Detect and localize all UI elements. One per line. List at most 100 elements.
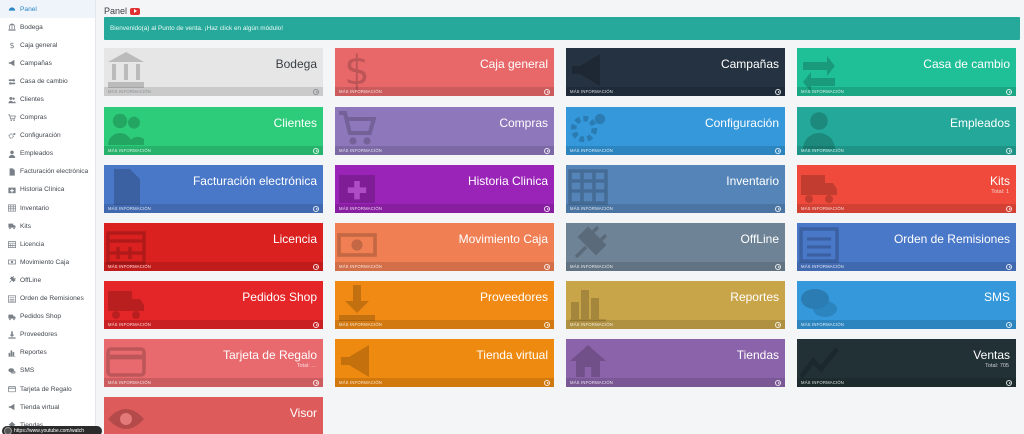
arrow-circle-right-icon [1006, 263, 1012, 270]
gears-icon [568, 109, 608, 149]
sidebar-item-caja-general[interactable]: $ Caja general [0, 36, 95, 54]
page-title: Panel [104, 6, 128, 16]
tile-movimiento-caja[interactable]: Movimiento Caja MÁS INFORMACIÓN [335, 223, 554, 271]
more-info-link[interactable]: MÁS INFORMACIÓN [335, 378, 554, 387]
sidebar-item-kits[interactable]: Kits [0, 217, 95, 235]
more-info-label: MÁS INFORMACIÓN [108, 89, 152, 94]
more-info-link[interactable]: MÁS INFORMACIÓN [335, 204, 554, 213]
tile-orden-de-remisiones[interactable]: Orden de Remisiones MÁS INFORMACIÓN [797, 223, 1016, 271]
tile-title: Facturación electrónica [192, 174, 317, 188]
sidebar-item-tarjeta-de-regalo[interactable]: Tarjeta de Regalo [0, 380, 95, 398]
tile-title: Casa de cambio [923, 57, 1010, 71]
more-info-link[interactable]: MÁS INFORMACIÓN [104, 87, 323, 96]
more-info-label: MÁS INFORMACIÓN [570, 89, 614, 94]
more-info-link[interactable]: MÁS INFORMACIÓN [104, 204, 323, 213]
tile-proveedores[interactable]: Proveedores MÁS INFORMACIÓN [335, 281, 554, 329]
tile-pedidos-shop[interactable]: Pedidos Shop MÁS INFORMACIÓN [104, 281, 323, 329]
tile-title: Tienda virtual [476, 348, 548, 362]
more-info-link[interactable]: MÁS INFORMACIÓN [797, 378, 1016, 387]
arrow-circle-right-icon [1006, 321, 1012, 328]
more-info-link[interactable]: MÁS INFORMACIÓN [797, 262, 1016, 271]
tile-title: Campañas [720, 57, 779, 71]
list-icon [7, 294, 16, 303]
more-info-label: MÁS INFORMACIÓN [570, 206, 614, 211]
tile-reportes[interactable]: Reportes MÁS INFORMACIÓN [566, 281, 785, 329]
more-info-link[interactable]: MÁS INFORMACIÓN [797, 146, 1016, 155]
tile-title: Licencia [272, 232, 317, 246]
more-info-link[interactable]: MÁS INFORMACIÓN [566, 146, 785, 155]
sidebar-item-compras[interactable]: Compras [0, 109, 95, 127]
sidebar-item-reportes[interactable]: Reportes [0, 344, 95, 362]
table-icon [568, 167, 608, 207]
more-info-link[interactable]: MÁS INFORMACIÓN [335, 87, 554, 96]
tile-tienda-virtual[interactable]: Tienda virtual MÁS INFORMACIÓN [335, 339, 554, 387]
money-icon [7, 258, 16, 267]
sidebar-item-pedidos-shop[interactable]: Pedidos Shop [0, 308, 95, 326]
tile-ventas[interactable]: Ventas Total: 705 MÁS INFORMACIÓN [797, 339, 1016, 387]
sidebar-item-sms[interactable]: SMS [0, 362, 95, 380]
more-info-link[interactable]: MÁS INFORMACIÓN [335, 320, 554, 329]
sidebar-item-campanas[interactable]: Campañas [0, 54, 95, 72]
tile-campanas[interactable]: Campañas MÁS INFORMACIÓN [566, 48, 785, 96]
more-info-link[interactable]: MÁS INFORMACIÓN [104, 146, 323, 155]
tile-facturacion-electronica[interactable]: Facturación electrónica MÁS INFORMACIÓN [104, 165, 323, 213]
more-info-link[interactable]: MÁS INFORMACIÓN [566, 378, 785, 387]
tile-bodega[interactable]: Bodega MÁS INFORMACIÓN [104, 48, 323, 96]
arrow-circle-right-icon [775, 379, 781, 386]
more-info-link[interactable]: MÁS INFORMACIÓN [797, 87, 1016, 96]
sidebar-item-clientes[interactable]: Clientes [0, 90, 95, 108]
arrow-circle-right-icon [544, 263, 550, 270]
more-info-link[interactable]: MÁS INFORMACIÓN [104, 262, 323, 271]
more-info-link[interactable]: MÁS INFORMACIÓN [797, 320, 1016, 329]
sidebar-item-label: Pedidos Shop [20, 313, 62, 321]
tile-caja-general[interactable]: $ Caja general MÁS INFORMACIÓN [335, 48, 554, 96]
tile-compras[interactable]: Compras MÁS INFORMACIÓN [335, 107, 554, 155]
arrow-circle-right-icon [1006, 88, 1012, 95]
sidebar-item-casa-de-cambio[interactable]: Casa de cambio [0, 72, 95, 90]
more-info-link[interactable]: MÁS INFORMACIÓN [335, 146, 554, 155]
tile-licencia[interactable]: Licencia MÁS INFORMACIÓN [104, 223, 323, 271]
more-info-link[interactable]: MÁS INFORMACIÓN [566, 87, 785, 96]
sidebar-item-empleados[interactable]: Empleados [0, 145, 95, 163]
download-icon [7, 330, 16, 339]
tile-kits[interactable]: Kits Total: 1 MÁS INFORMACIÓN [797, 165, 1016, 213]
more-info-label: MÁS INFORMACIÓN [801, 380, 845, 385]
tile-tarjeta-de-regalo[interactable]: Tarjeta de Regalo Total: ... MÁS INFORMACI… [104, 339, 323, 387]
tile-offline[interactable]: OffLine MÁS INFORMACIÓN [566, 223, 785, 271]
sidebar-item-proveedores[interactable]: Proveedores [0, 326, 95, 344]
file-icon [106, 167, 146, 207]
more-info-link[interactable]: MÁS INFORMACIÓN [335, 262, 554, 271]
tile-sms[interactable]: SMS MÁS INFORMACIÓN [797, 281, 1016, 329]
arrow-circle-right-icon [544, 205, 550, 212]
more-info-link[interactable]: MÁS INFORMACIÓN [566, 320, 785, 329]
sidebar-item-facturacion-electronica[interactable]: Facturación electrónica [0, 163, 95, 181]
tile-tiendas[interactable]: Tiendas MÁS INFORMACIÓN [566, 339, 785, 387]
more-info-label: MÁS INFORMACIÓN [108, 380, 152, 385]
tile-configuracion[interactable]: Configuración MÁS INFORMACIÓN [566, 107, 785, 155]
dashboard-icon [7, 5, 16, 14]
sidebar-item-inventario[interactable]: Inventario [0, 199, 95, 217]
sidebar-item-panel[interactable]: Panel [0, 0, 95, 19]
tile-historia-clinica[interactable]: Historia Clinica MÁS INFORMACIÓN [335, 165, 554, 213]
youtube-icon[interactable] [130, 7, 141, 15]
sidebar-item-offline[interactable]: OffLine [0, 271, 95, 289]
bank-icon [7, 23, 16, 32]
tile-clientes[interactable]: Clientes MÁS INFORMACIÓN [104, 107, 323, 155]
more-info-link[interactable]: MÁS INFORMACIÓN [797, 204, 1016, 213]
bullhorn-icon [337, 341, 377, 381]
more-info-link[interactable]: MÁS INFORMACIÓN [104, 320, 323, 329]
more-info-link[interactable]: MÁS INFORMACIÓN [566, 204, 785, 213]
tile-empleados[interactable]: Empleados MÁS INFORMACIÓN [797, 107, 1016, 155]
more-info-link[interactable]: MÁS INFORMACIÓN [104, 378, 323, 387]
sidebar-item-bodega[interactable]: Bodega [0, 18, 95, 36]
sidebar-item-orden-de-remisiones[interactable]: Orden de Remisiones [0, 290, 95, 308]
sidebar-item-configuracion[interactable]: Configuración [0, 127, 95, 145]
tile-inventario[interactable]: Inventario MÁS INFORMACIÓN [566, 165, 785, 213]
sidebar-item-tienda-virtual[interactable]: Tienda virtual [0, 398, 95, 416]
tile-casa-de-cambio[interactable]: Casa de cambio MÁS INFORMACIÓN [797, 48, 1016, 96]
sidebar-item-movimiento-caja[interactable]: Movimiento Caja [0, 253, 95, 271]
sidebar-item-licencia[interactable]: Licencia [0, 235, 95, 253]
more-info-link[interactable]: MÁS INFORMACIÓN [566, 262, 785, 271]
sidebar-item-historia-clinica[interactable]: Historia Clínica [0, 181, 95, 199]
tile-visor[interactable]: VisorMÁS INFORMACIÓN [104, 397, 323, 434]
